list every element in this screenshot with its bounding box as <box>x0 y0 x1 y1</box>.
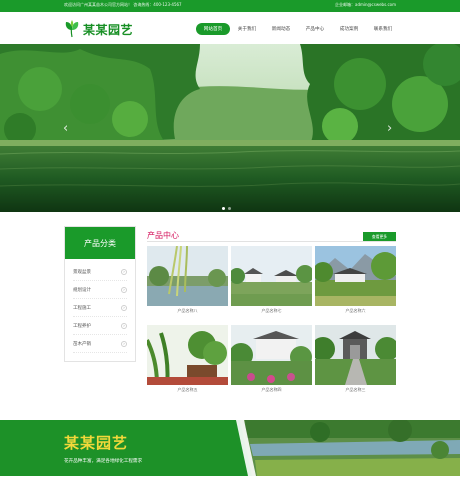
product-name: 产品名称三 <box>345 387 366 392</box>
chevron-right-icon: › <box>121 286 127 293</box>
category-item[interactable]: 工程养护 › <box>73 317 127 335</box>
product-name: 产品名称七 <box>261 308 282 313</box>
product-image <box>315 246 396 306</box>
nav-cases[interactable]: 成功案例 <box>332 23 366 35</box>
category-item[interactable]: 工程施工 › <box>73 299 127 317</box>
nav-products[interactable]: 产品中心 <box>298 23 332 35</box>
footer-slogan: 某某园艺 <box>64 434 129 452</box>
site-logo[interactable]: 某某园艺 <box>64 19 133 39</box>
chevron-right-icon: › <box>121 322 127 329</box>
footer-subslogan: 花卉品种丰富，满足各地绿化工程需求 <box>64 459 143 464</box>
nav-about[interactable]: 关于我们 <box>230 23 264 35</box>
main-nav: 网站首页 关于我们 新闻动态 产品中心 成功案例 联系我们 <box>196 23 400 35</box>
top-info-bar: 欢迎访问广州某某苗木公司官方网站！ 咨询热线：400-123-4567 企业邮箱… <box>0 0 460 12</box>
category-item[interactable]: 景观盆景 › <box>73 263 127 281</box>
category-list: 景观盆景 › 规划设计 › 工程施工 › 工程养护 › 苗木产销 › <box>65 259 135 353</box>
category-label: 工程养护 <box>73 323 91 329</box>
footer-banner: 某某园艺 花卉品种丰富，满足各地绿化工程需求 <box>0 420 460 476</box>
products-title: 产品中心 <box>147 231 179 240</box>
product-name: 产品名称八 <box>177 308 198 313</box>
category-label: 景观盆景 <box>73 269 91 275</box>
banner-next-icon[interactable]: › <box>387 122 392 135</box>
nav-news[interactable]: 新闻动态 <box>264 23 298 35</box>
product-card[interactable]: 产品名称七 <box>231 246 312 316</box>
category-label: 苗木产销 <box>73 341 91 347</box>
product-card[interactable]: 产品名称三 <box>315 325 396 395</box>
product-card[interactable]: 产品名称六 <box>315 246 396 316</box>
banner-dot[interactable] <box>228 207 231 210</box>
more-products-button[interactable]: 查看更多 <box>363 232 396 241</box>
category-item[interactable]: 苗木产销 › <box>73 335 127 353</box>
welcome-text: 欢迎访问广州某某苗木公司官方网站！ 咨询热线：400-123-4567 <box>64 2 182 7</box>
banner-prev-icon[interactable]: ‹ <box>63 122 68 135</box>
category-item[interactable]: 规划设计 › <box>73 281 127 299</box>
category-sidebar: 产品分类 景观盆景 › 规划设计 › 工程施工 › 工程养护 › 苗木产销 › <box>64 226 136 362</box>
product-image <box>231 325 312 385</box>
site-header: 某某园艺 网站首页 关于我们 新闻动态 产品中心 成功案例 联系我们 <box>0 12 460 44</box>
leaf-logo-icon <box>65 20 79 38</box>
email-text[interactable]: 企业邮箱：admin@cswebs.com <box>335 2 396 8</box>
hero-banner[interactable]: ‹ › <box>0 44 460 212</box>
nav-home[interactable]: 网站首页 <box>196 23 230 35</box>
product-name: 产品名称四 <box>261 387 282 392</box>
product-image <box>147 325 228 385</box>
product-image <box>147 246 228 306</box>
product-image <box>231 246 312 306</box>
product-card[interactable]: 产品名称五 <box>147 325 228 395</box>
title-divider <box>147 241 396 242</box>
category-label: 工程施工 <box>73 305 91 311</box>
product-card[interactable]: 产品名称八 <box>147 246 228 316</box>
product-name: 产品名称五 <box>177 387 198 392</box>
chevron-right-icon: › <box>121 304 127 311</box>
chevron-right-icon: › <box>121 268 127 275</box>
banner-pagination <box>222 207 234 210</box>
category-label: 规划设计 <box>73 287 91 293</box>
product-card[interactable]: 产品名称四 <box>231 325 312 395</box>
product-name: 产品名称六 <box>345 308 366 313</box>
product-image <box>315 325 396 385</box>
chevron-right-icon: › <box>121 340 127 347</box>
sidebar-title: 产品分类 <box>65 227 135 259</box>
brand-name: 某某园艺 <box>83 22 134 37</box>
nav-contact[interactable]: 联系我们 <box>366 23 400 35</box>
banner-dot[interactable] <box>222 207 225 210</box>
